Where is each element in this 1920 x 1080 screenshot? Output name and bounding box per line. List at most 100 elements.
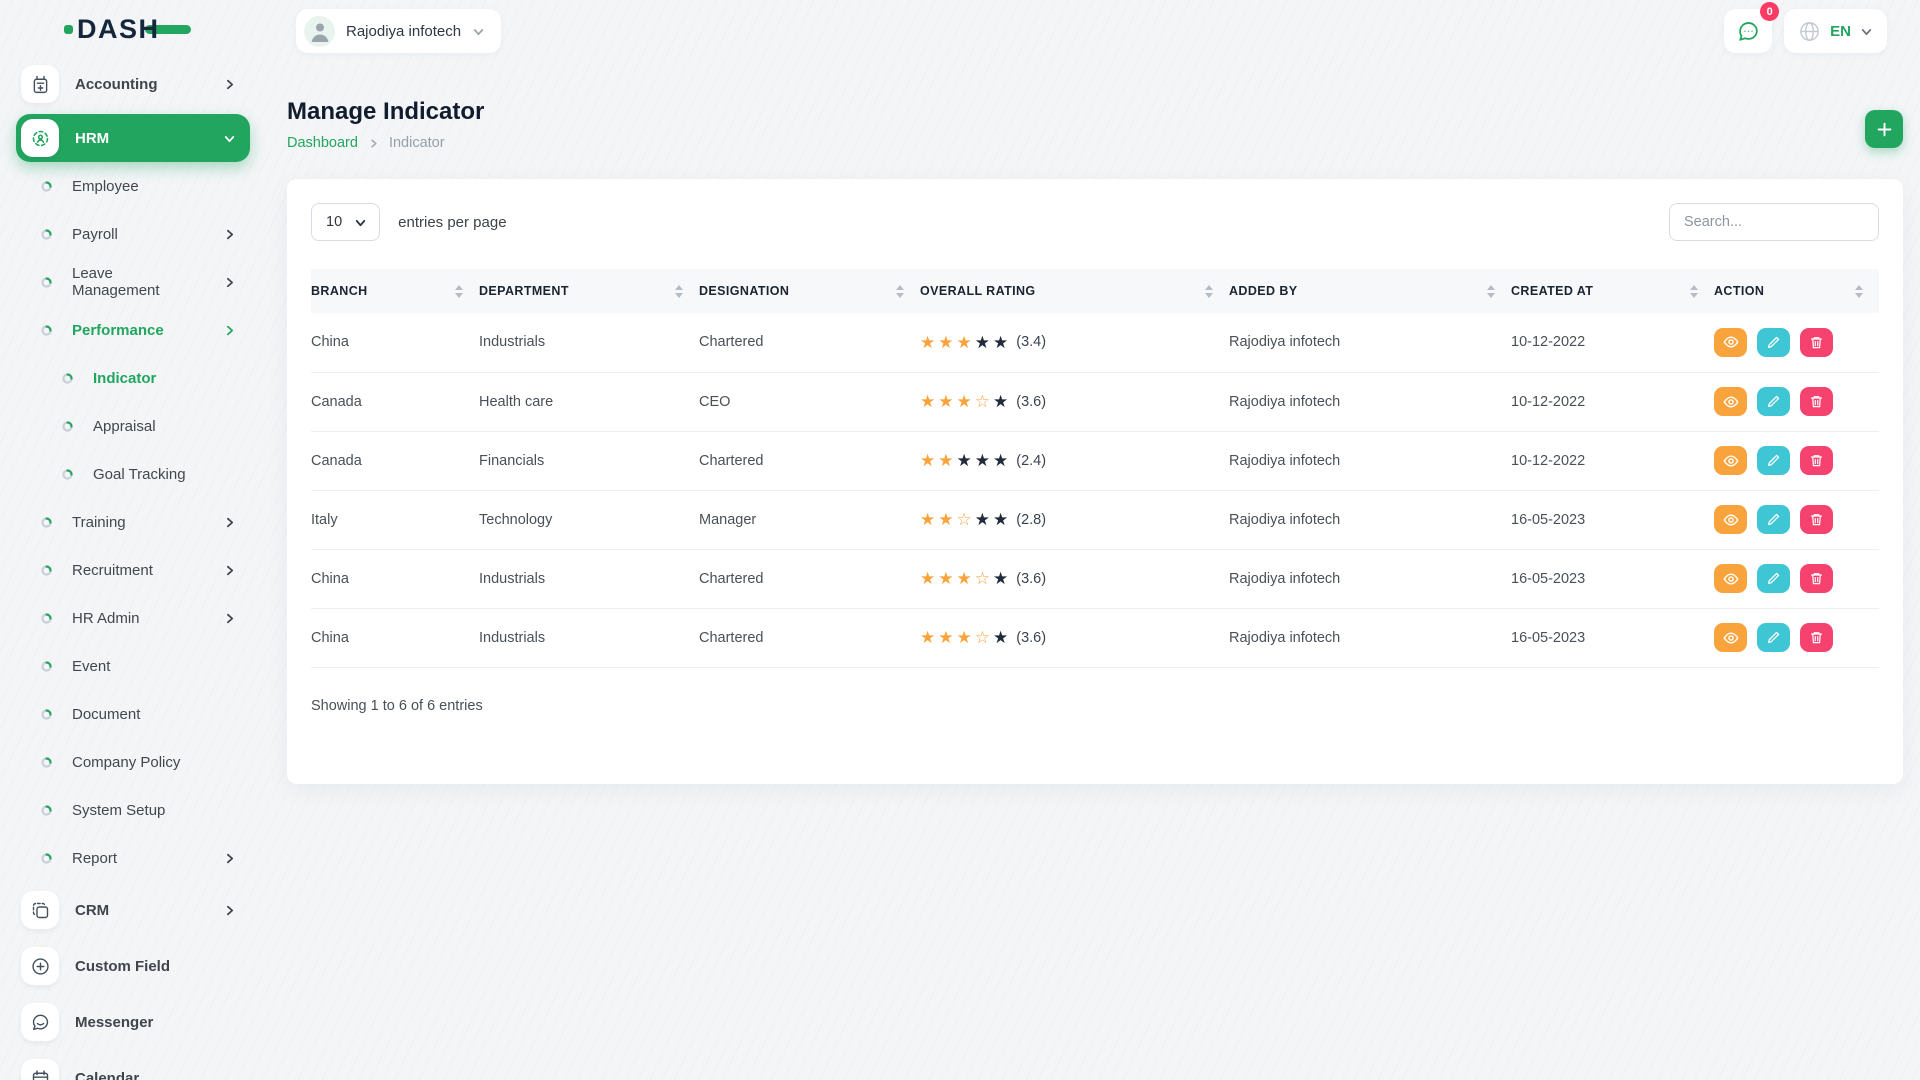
breadcrumb-dashboard[interactable]: Dashboard	[287, 135, 358, 151]
sidebar-item-company-policy[interactable]: Company Policy	[0, 738, 268, 786]
cell-created-at: 16-05-2023	[1511, 549, 1714, 608]
column-header-branch[interactable]: Branch	[311, 269, 479, 313]
sidebar-item-document[interactable]: Document	[0, 690, 268, 738]
delete-button[interactable]	[1800, 623, 1833, 652]
star-full-icon: ★	[957, 629, 972, 646]
column-header-action[interactable]: Action	[1714, 269, 1879, 313]
cell-branch: China	[311, 313, 479, 372]
sidebar-item-crm[interactable]: CRM	[16, 886, 250, 934]
star-full-icon: ★	[957, 334, 972, 351]
crm-icon	[21, 891, 59, 929]
delete-button[interactable]	[1800, 446, 1833, 475]
create-indicator-button[interactable]	[1865, 110, 1903, 148]
star-full-icon: ★	[957, 393, 972, 410]
edit-button[interactable]	[1757, 564, 1790, 593]
language-selector[interactable]: EN	[1784, 9, 1887, 53]
sidebar-item-label: Performance	[72, 322, 164, 339]
sidebar-item-system-setup[interactable]: System Setup	[0, 786, 268, 834]
edit-button[interactable]	[1757, 623, 1790, 652]
delete-button[interactable]	[1800, 564, 1833, 593]
sidebar-item-payroll[interactable]: Payroll	[0, 210, 268, 258]
chevron-right-icon	[223, 78, 236, 91]
cell-designation: Chartered	[699, 431, 920, 490]
delete-button[interactable]	[1800, 328, 1833, 357]
sidebar-item-label: Custom Field	[75, 958, 170, 975]
column-header-added-by[interactable]: Added By	[1229, 269, 1511, 313]
sidebar-item-label: HRM	[75, 130, 109, 147]
sidebar-item-custom-field[interactable]: Custom Field	[16, 942, 250, 990]
messenger-button[interactable]: 0	[1724, 9, 1772, 53]
bullet-icon	[41, 517, 52, 528]
star-full-icon: ★	[920, 452, 935, 469]
sidebar-item-performance[interactable]: Performance	[0, 306, 268, 354]
column-header-created-at[interactable]: Created At	[1511, 269, 1714, 313]
sidebar-item-recruitment[interactable]: Recruitment	[0, 546, 268, 594]
view-button[interactable]	[1714, 387, 1747, 416]
sort-icon[interactable]	[675, 285, 683, 298]
chevron-right-icon	[223, 276, 236, 289]
cell-overall-rating: ★★★☆★(3.6)	[920, 372, 1229, 431]
edit-button[interactable]	[1757, 505, 1790, 534]
star-empty-icon: ★	[993, 570, 1008, 587]
sidebar-item-calendar[interactable]: Calendar	[16, 1054, 250, 1080]
cell-designation: Chartered	[699, 608, 920, 667]
sort-icon[interactable]	[896, 285, 904, 298]
sidebar-item-messenger[interactable]: Messenger	[16, 998, 250, 1046]
view-button[interactable]	[1714, 328, 1747, 357]
edit-button[interactable]	[1757, 446, 1790, 475]
view-button[interactable]	[1714, 623, 1747, 652]
sidebar-item-label: Report	[72, 850, 117, 867]
sidebar-item-leave-management[interactable]: Leave Management	[0, 258, 268, 306]
sort-icon[interactable]	[1855, 285, 1863, 298]
cell-designation: Chartered	[699, 313, 920, 372]
cell-overall-rating: ★★★☆★(3.6)	[920, 549, 1229, 608]
sidebar-item-indicator[interactable]: Indicator	[0, 354, 268, 402]
column-header-designation[interactable]: Designation	[699, 269, 920, 313]
sidebar-item-training[interactable]: Training	[0, 498, 268, 546]
view-button[interactable]	[1714, 564, 1747, 593]
cell-created-at: 10-12-2022	[1511, 372, 1714, 431]
column-header-overall-rating[interactable]: Overall Rating	[920, 269, 1229, 313]
sidebar-item-label: Goal Tracking	[93, 466, 186, 483]
sort-icon[interactable]	[1690, 285, 1698, 298]
cell-department: Industrials	[479, 549, 699, 608]
sort-icon[interactable]	[1487, 285, 1495, 298]
sort-icon[interactable]	[1205, 285, 1213, 298]
entries-per-page-label: entries per page	[398, 214, 506, 231]
sidebar-item-goal-tracking[interactable]: Goal Tracking	[0, 450, 268, 498]
cell-added-by: Rajodiya infotech	[1229, 608, 1511, 667]
delete-button[interactable]	[1800, 387, 1833, 416]
cell-action	[1714, 549, 1879, 608]
sidebar-item-hrm[interactable]: HRM	[16, 114, 250, 162]
column-header-department[interactable]: Department	[479, 269, 699, 313]
search-input[interactable]	[1669, 203, 1879, 241]
star-empty-icon: ★	[957, 452, 972, 469]
star-full-icon: ★	[920, 511, 935, 528]
view-button[interactable]	[1714, 446, 1747, 475]
sidebar-item-hr-admin[interactable]: HR Admin	[0, 594, 268, 642]
chevron-right-icon	[223, 612, 236, 625]
edit-button[interactable]	[1757, 328, 1790, 357]
edit-button[interactable]	[1757, 387, 1790, 416]
chevron-right-icon	[223, 904, 236, 917]
chevron-down-icon	[472, 25, 485, 38]
sidebar-item-label: Training	[72, 514, 126, 531]
entries-per-page-select[interactable]: 10	[311, 203, 380, 241]
sidebar-item-event[interactable]: Event	[0, 642, 268, 690]
view-button[interactable]	[1714, 505, 1747, 534]
star-full-icon: ★	[938, 393, 953, 410]
workspace-selector[interactable]: Rajodiya infotech	[296, 9, 501, 53]
sidebar-item-employee[interactable]: Employee	[0, 162, 268, 210]
bullet-icon	[62, 421, 73, 432]
delete-button[interactable]	[1800, 505, 1833, 534]
cell-created-at: 16-05-2023	[1511, 608, 1714, 667]
sidebar-item-report[interactable]: Report	[0, 834, 268, 882]
sidebar-item-accounting[interactable]: Accounting	[16, 60, 250, 108]
sidebar-item-appraisal[interactable]: Appraisal	[0, 402, 268, 450]
bullet-icon	[41, 757, 52, 768]
cell-designation: Chartered	[699, 549, 920, 608]
sidebar-item-label: Company Policy	[72, 754, 180, 771]
star-half-icon: ☆	[957, 511, 972, 528]
sort-icon[interactable]	[455, 285, 463, 298]
chevron-right-icon	[368, 138, 379, 149]
